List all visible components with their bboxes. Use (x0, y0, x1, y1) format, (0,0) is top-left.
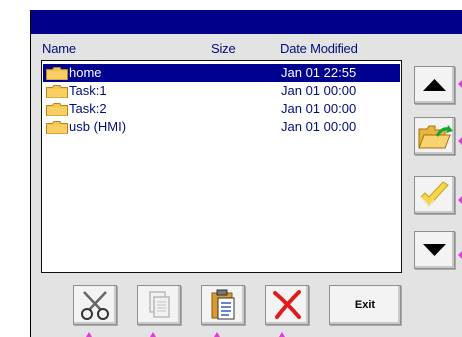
cut-button[interactable] (73, 285, 117, 325)
scroll-down-button[interactable] (414, 231, 455, 269)
copy-button[interactable] (137, 285, 181, 325)
column-header-name[interactable]: Name (42, 41, 76, 56)
column-header-date-modified[interactable]: Date Modified (280, 41, 358, 56)
copy-icon (149, 291, 170, 318)
marker-arrow (279, 332, 285, 337)
delete-button[interactable] (265, 285, 309, 325)
paste-icon (211, 289, 235, 320)
title-bar (30, 10, 462, 34)
folder-icon (46, 67, 68, 80)
file-row-home[interactable]: home Jan 01 22:55 (43, 64, 400, 82)
dialog-left-edge (30, 10, 31, 337)
file-date: Jan 01 00:00 (281, 83, 357, 98)
file-name: Task:1 (69, 83, 107, 98)
file-row-task-1[interactable]: Task:1 Jan 01 00:00 (43, 82, 400, 100)
open-folder-button[interactable] (414, 117, 455, 155)
file-date: Jan 01 00:00 (281, 119, 357, 134)
paste-button[interactable] (201, 285, 245, 325)
select-button[interactable] (414, 176, 455, 214)
column-header-size[interactable]: Size (211, 41, 236, 56)
file-name: home (69, 65, 102, 80)
marker-arrow (214, 332, 220, 337)
marker-arrow (458, 196, 462, 204)
file-name: Task:2 (69, 101, 107, 116)
delete-x-icon (273, 290, 301, 319)
arrow-up-icon (423, 79, 446, 91)
folder-icon (46, 103, 68, 116)
file-row-task-2[interactable]: Task:2 Jan 01 00:00 (43, 100, 400, 118)
file-date: Jan 01 00:00 (281, 101, 357, 116)
marker-arrow (458, 251, 462, 259)
scissors-icon (81, 291, 109, 320)
marker-arrow (150, 332, 156, 337)
marker-arrow (458, 80, 462, 88)
file-name: usb (HMI) (69, 119, 127, 134)
arrow-down-icon (423, 244, 446, 256)
folder-icon (46, 85, 68, 98)
marker-arrow (86, 332, 92, 337)
file-list[interactable]: home Jan 01 22:55 Task:1 Jan 01 00:00 Ta… (41, 60, 402, 273)
file-date: Jan 01 22:55 (281, 65, 357, 80)
open-folder-icon (418, 125, 453, 149)
scroll-up-button[interactable] (414, 66, 455, 104)
exit-button[interactable]: Exit (329, 285, 401, 325)
marker-arrow (458, 137, 462, 145)
checkmark-icon (420, 181, 449, 207)
file-row-usb-hmi[interactable]: usb (HMI) Jan 01 00:00 (43, 118, 400, 136)
folder-icon (46, 121, 68, 134)
